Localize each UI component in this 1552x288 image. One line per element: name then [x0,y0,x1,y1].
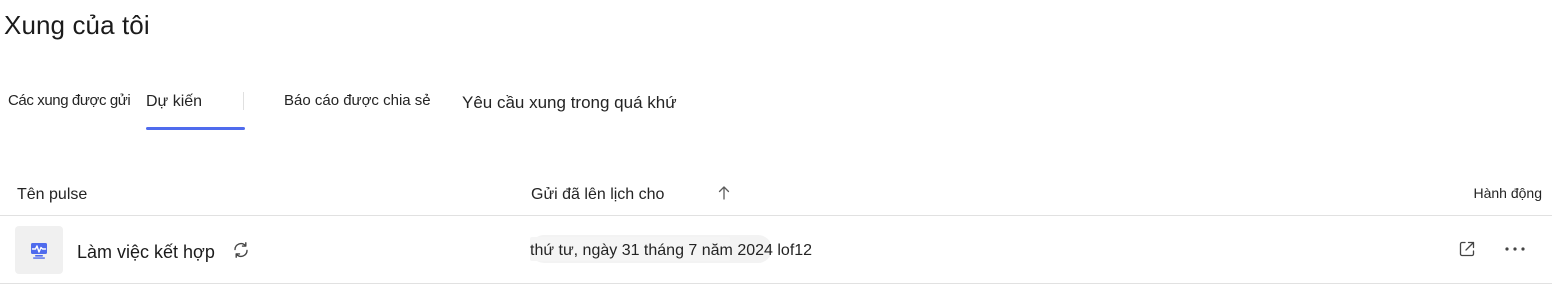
pulse-icon-tile [15,226,63,274]
table-header: Tên pulse Gửi đã lên lịch cho Hành động [0,176,1552,216]
column-header-name[interactable]: Tên pulse [17,186,87,204]
tab-divider [243,92,244,110]
tab-scheduled[interactable]: Dự kiến [146,93,202,111]
tab-sent-pulses[interactable]: Các xung được gửi [8,92,131,109]
sort-ascending-icon[interactable] [715,184,733,202]
scheduled-date: thứ tư, ngày 31 tháng 7 năm 2024 lof12 [530,242,813,259]
tab-list: Các xung được gửi Dự kiến Báo cáo được c… [0,84,760,134]
page-title: Xung của tôi [4,10,150,40]
more-options-icon[interactable] [1502,239,1528,259]
pulse-name[interactable]: Làm việc kết hợp [77,242,215,263]
column-header-actions: Hành động [1473,185,1542,201]
column-header-scheduled[interactable]: Gửi đã lên lịch cho [531,186,664,204]
recurring-icon [234,242,248,258]
active-tab-indicator [146,127,245,130]
tab-shared-reports[interactable]: Báo cáo được chia sẻ [284,92,431,109]
table-row[interactable]: Làm việc kết hợp thứ tư, ngày 31 tháng 7… [0,217,1552,284]
open-in-new-icon[interactable] [1457,239,1477,259]
pulse-survey-icon [31,243,47,259]
tab-past-requests[interactable]: Yêu cầu xung trong quá khứ [462,93,677,113]
